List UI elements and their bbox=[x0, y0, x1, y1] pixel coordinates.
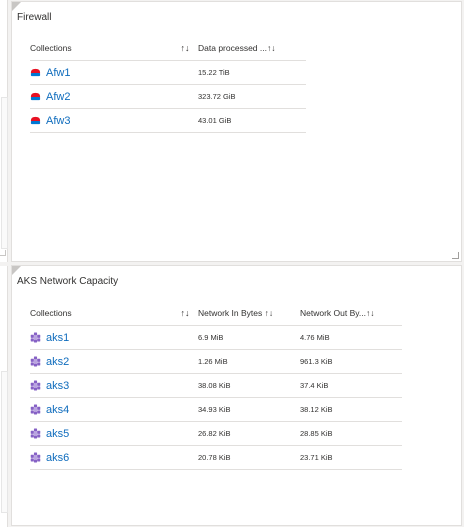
spacer-cell bbox=[170, 349, 198, 374]
spacer-cell bbox=[170, 108, 198, 133]
spacer-cell bbox=[170, 373, 198, 398]
value-cell: 4.76 MiB bbox=[300, 325, 402, 350]
value-cell: 38.08 KiB bbox=[198, 373, 300, 398]
value-cell: 26.82 KiB bbox=[198, 421, 300, 446]
tile-title: Firewall bbox=[17, 12, 52, 23]
value-cell: 34.93 KiB bbox=[198, 397, 300, 422]
table-row[interactable]: aks4 34.93 KiB 38.12 KiB bbox=[30, 397, 402, 422]
left-panel-stub-top bbox=[0, 0, 8, 262]
pin-corner-icon[interactable] bbox=[12, 2, 21, 11]
collection-link[interactable]: aks1 bbox=[46, 332, 69, 344]
spacer-cell bbox=[170, 325, 198, 350]
spacer-cell bbox=[170, 60, 198, 85]
kubernetes-cluster-icon bbox=[30, 404, 41, 415]
value-cell: 37.4 KiB bbox=[300, 373, 402, 398]
value-cell: 43.01 GiB bbox=[198, 108, 306, 133]
value-cell: 6.9 MiB bbox=[198, 325, 300, 350]
left-panel-stub-bottom bbox=[0, 266, 8, 527]
collection-cell[interactable]: Afw1 bbox=[30, 60, 170, 85]
firewall-icon bbox=[30, 91, 41, 102]
collection-link[interactable]: aks6 bbox=[46, 452, 69, 464]
table-row[interactable]: aks1 6.9 MiB 4.76 MiB bbox=[30, 325, 402, 350]
value-cell: 23.71 KiB bbox=[300, 445, 402, 470]
collection-link[interactable]: aks3 bbox=[46, 380, 69, 392]
firewall-tile: Firewall Collections ↑↓ Data processed .… bbox=[11, 1, 462, 262]
pin-corner-icon[interactable] bbox=[12, 266, 21, 275]
collection-cell[interactable]: aks2 bbox=[30, 349, 170, 374]
column-header-data-processed[interactable]: Data processed ...↑↓ bbox=[198, 36, 306, 61]
firewall-icon bbox=[30, 115, 41, 126]
collection-link[interactable]: aks4 bbox=[46, 404, 69, 416]
value-cell: 1.26 MiB bbox=[198, 349, 300, 374]
column-header-collections[interactable]: Collections bbox=[30, 36, 170, 61]
collection-cell[interactable]: aks1 bbox=[30, 325, 170, 350]
collection-cell[interactable]: aks3 bbox=[30, 373, 170, 398]
collection-cell[interactable]: aks4 bbox=[30, 397, 170, 422]
value-cell: 28.85 KiB bbox=[300, 421, 402, 446]
kubernetes-cluster-icon bbox=[30, 428, 41, 439]
spacer-cell bbox=[170, 421, 198, 446]
column-header-network-out[interactable]: Network Out By...↑↓ bbox=[300, 301, 402, 326]
tile-title: AKS Network Capacity bbox=[17, 276, 119, 287]
column-header-network-in[interactable]: Network In Bytes ↑↓ bbox=[198, 301, 300, 326]
sort-icon[interactable]: ↑↓ bbox=[170, 301, 198, 326]
kubernetes-cluster-icon bbox=[30, 452, 41, 463]
collection-link[interactable]: aks2 bbox=[46, 356, 69, 368]
table-row[interactable]: aks6 20.78 KiB 23.71 KiB bbox=[30, 445, 402, 470]
table-row[interactable]: Afw2 323.72 GiB bbox=[30, 84, 306, 109]
kubernetes-cluster-icon bbox=[30, 356, 41, 367]
value-cell: 961.3 KiB bbox=[300, 349, 402, 374]
scrollbar[interactable] bbox=[1, 371, 8, 513]
collection-link[interactable]: aks5 bbox=[46, 428, 69, 440]
collection-link[interactable]: Afw1 bbox=[46, 67, 70, 79]
collection-cell[interactable]: aks6 bbox=[30, 445, 170, 470]
table-row[interactable]: aks2 1.26 MiB 961.3 KiB bbox=[30, 349, 402, 374]
table-row[interactable]: Afw1 15.22 TiB bbox=[30, 60, 306, 85]
collection-cell[interactable]: Afw2 bbox=[30, 84, 170, 109]
collection-link[interactable]: Afw3 bbox=[46, 115, 70, 127]
spacer-cell bbox=[170, 445, 198, 470]
collection-link[interactable]: Afw2 bbox=[46, 91, 70, 103]
collection-cell[interactable]: Afw3 bbox=[30, 108, 170, 133]
kubernetes-cluster-icon bbox=[30, 332, 41, 343]
value-cell: 20.78 KiB bbox=[198, 445, 300, 470]
resize-handle[interactable] bbox=[0, 250, 6, 256]
value-cell: 15.22 TiB bbox=[198, 60, 306, 85]
table-row[interactable]: aks3 38.08 KiB 37.4 KiB bbox=[30, 373, 402, 398]
value-cell: 323.72 GiB bbox=[198, 84, 306, 109]
firewall-table: Collections ↑↓ Data processed ...↑↓ Afw1… bbox=[30, 36, 306, 133]
table-row[interactable]: Afw3 43.01 GiB bbox=[30, 108, 306, 133]
value-cell: 38.12 KiB bbox=[300, 397, 402, 422]
column-header-collections[interactable]: Collections bbox=[30, 301, 170, 326]
resize-handle[interactable] bbox=[452, 252, 459, 259]
kubernetes-cluster-icon bbox=[30, 380, 41, 391]
aks-network-capacity-tile: AKS Network Capacity Collections ↑↓ Netw… bbox=[11, 265, 462, 526]
scrollbar[interactable] bbox=[1, 97, 8, 249]
sort-icon[interactable]: ↑↓ bbox=[170, 36, 198, 61]
spacer-cell bbox=[170, 84, 198, 109]
collection-cell[interactable]: aks5 bbox=[30, 421, 170, 446]
table-row[interactable]: aks5 26.82 KiB 28.85 KiB bbox=[30, 421, 402, 446]
firewall-icon bbox=[30, 67, 41, 78]
spacer-cell bbox=[170, 397, 198, 422]
aks-table: Collections ↑↓ Network In Bytes ↑↓ Netwo… bbox=[30, 301, 402, 470]
